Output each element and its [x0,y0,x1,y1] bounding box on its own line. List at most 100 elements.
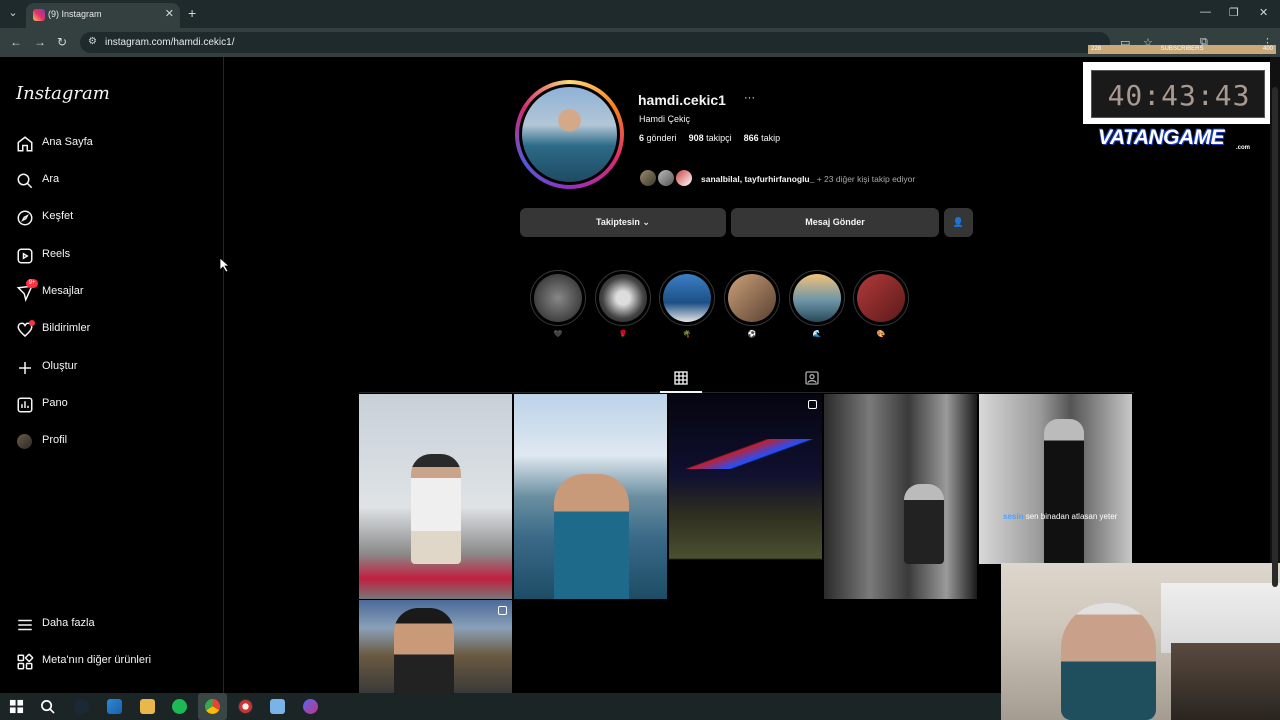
post-1[interactable] [359,394,512,599]
subscriber-goal-bar: 228 SUBSCRIBERS 400 [1088,45,1276,54]
message-button[interactable]: Mesaj Gönder [731,208,939,237]
nav-meta-products[interactable]: Meta'nın diğer ürünleri [16,651,206,673]
carousel-icon [498,606,507,615]
restore-icon[interactable]: ❐ [1229,6,1239,19]
app-icon[interactable] [238,699,253,714]
post-6[interactable] [359,600,512,693]
windows-icon[interactable] [9,699,24,714]
highlight-6[interactable]: 🎨 [853,270,909,340]
mutual-followers[interactable]: sanalbilal, tayfurhirfanoglu_ + 23 diğer… [638,168,968,190]
nav-reels[interactable]: Reels [16,245,206,267]
instagram-logo[interactable]: Instagram [16,83,110,104]
profile-full-name: Hamdi Çekiç [639,114,691,124]
highlight-label: 🌹 [618,331,628,338]
apps-icon [17,653,34,670]
instagram-favicon-icon [33,9,45,21]
highlight-5[interactable]: 🌊 [789,270,845,340]
browser-tab[interactable]: (9) Instagram ✕ [26,3,180,28]
nav-label: Oluştur [42,360,78,372]
nav-create[interactable]: Oluştur [16,357,206,379]
store-icon[interactable] [107,699,122,714]
forward-icon[interactable]: → [34,35,46,49]
windows-taskbar [0,693,1001,720]
webcam-feed [1001,563,1280,720]
nav-label: Bildirimler [42,322,91,334]
posts-stat: 6 gönderi [639,133,677,143]
browser-tabbar: ⌄ (9) Instagram ✕ + — ❐ ✕ [0,0,1280,28]
following-button[interactable]: Takiptesin ⌄ [520,208,726,237]
post-5[interactable] [979,394,1132,564]
highlight-2[interactable]: 🌹 [595,270,651,340]
spotify-icon[interactable] [172,699,187,714]
notification-dot [29,320,35,326]
highlight-cover [599,274,647,322]
nav-search[interactable]: Ara [16,170,206,192]
tab-title: (9) Instagram [48,9,102,19]
highlight-cover [793,274,841,322]
highlight-label: 🎨 [876,331,886,338]
tab-close-icon[interactable]: ✕ [165,7,174,20]
post-3[interactable] [669,394,822,599]
new-tab-icon[interactable]: + [188,5,196,21]
active-tab-indicator [660,391,702,393]
reload-icon[interactable]: ↻ [57,35,67,49]
profile-stats: 6 gönderi 908 takipçi 866 takip [639,133,780,143]
reels-icon [17,248,33,264]
search-icon[interactable] [40,699,55,714]
highlight-label: ⚽ [747,331,757,338]
more-options-icon[interactable]: ··· [744,92,755,104]
nav-home[interactable]: Ana Sayfa [16,133,206,155]
messages-badge: 9+ [26,279,38,288]
scroll-thumb[interactable] [1272,87,1278,587]
nav-explore[interactable]: Keşfet [16,207,206,229]
following-stat[interactable]: 866 takip [744,133,781,143]
page-scrollbar[interactable] [1270,57,1280,587]
nav-messages[interactable]: 9+ Mesajlar [16,279,206,304]
bridge-lights [677,439,817,469]
post-subject [554,474,629,599]
steam-icon[interactable] [74,699,89,714]
chevron-down-icon: ⌄ [642,217,650,227]
nav-label: Profil [42,434,68,446]
profile-avatar[interactable] [515,80,624,189]
avatar-icon [17,434,32,449]
plus-icon [19,362,31,374]
highlight-1[interactable]: 🖤 [530,270,586,340]
notepad-icon[interactable] [270,699,285,714]
chrome-icon[interactable] [205,699,220,714]
tab-search-icon[interactable]: ⌄ [4,6,22,22]
minimize-icon[interactable]: — [1200,6,1211,18]
highlight-4[interactable]: ⚽ [724,270,780,340]
post-subject [904,484,944,564]
tagged-icon[interactable] [804,370,820,386]
nav-label: Mesajlar [42,285,84,297]
nav-more[interactable]: Daha fazla [16,614,206,636]
nav-label: Pano [42,397,68,409]
grid-icon[interactable] [673,370,689,386]
nav-notifications[interactable]: Bildirimler [16,319,206,341]
post-2[interactable] [514,394,667,599]
close-window-icon[interactable]: ✕ [1259,6,1268,19]
mutual-avatar [638,168,658,188]
folder-icon[interactable] [140,699,155,714]
discord-icon[interactable] [303,699,318,714]
stream-timer: 40:43:43 [1083,62,1273,124]
back-icon[interactable]: ← [10,35,22,49]
post-subject [394,608,454,693]
highlight-cover [534,274,582,322]
nav-dashboard[interactable]: Pano [16,394,206,416]
nav-label: Ana Sayfa [42,136,93,148]
post-4[interactable] [824,394,977,599]
followers-stat[interactable]: 908 takipçi [689,133,732,143]
highlight-3[interactable]: 🌴 [659,270,715,340]
nav-profile[interactable]: Profil [16,431,206,453]
url-field[interactable]: ⚙ instagram.com/hamdi.cekic1/ [80,32,1110,53]
timer-text: 40:43:43 [1107,79,1251,112]
nav-label: Daha fazla [42,617,95,629]
nav-label: Reels [42,248,71,260]
post-subject [1044,419,1084,564]
home-icon [17,136,33,152]
tabs-divider [359,392,1134,393]
suggest-user-icon[interactable]: 👤 [944,208,973,237]
site-info-icon[interactable]: ⚙ [88,36,97,47]
